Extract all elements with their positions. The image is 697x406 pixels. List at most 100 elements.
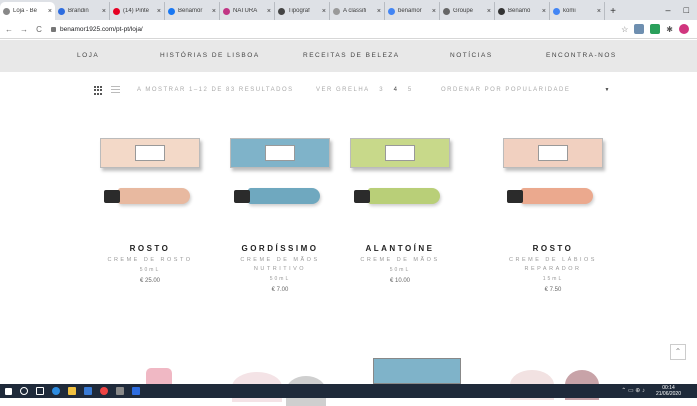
nav-receitas[interactable]: RECEITAS DE BELEZA	[303, 52, 400, 59]
browser-tab[interactable]: A classifi ×	[330, 2, 385, 20]
list-view-icon[interactable]	[111, 86, 120, 95]
product-tube	[521, 188, 593, 204]
lock-icon	[51, 26, 56, 32]
product-cap	[104, 190, 120, 203]
window-controls: – □	[666, 0, 697, 20]
product-card[interactable]: GORDÍSSIMO CREME DE MÃOS NUTRITIVO 50mL € 7…	[220, 130, 340, 293]
product-card[interactable]: ROSTO CREME DE LÁBIOS REPARADOR 15mL € 7.50	[493, 130, 613, 293]
browser-tab[interactable]: Benamôr ×	[165, 2, 220, 20]
app-icon[interactable]	[112, 384, 128, 398]
view-option-5[interactable]: 5	[408, 87, 413, 93]
sort-select[interactable]: ORDENAR POR POPULARIDADE ▼	[441, 87, 611, 93]
product-image[interactable]	[373, 358, 461, 384]
browser-tab[interactable]: Groupe ×	[440, 2, 495, 20]
tab-close-icon[interactable]: ×	[212, 8, 216, 15]
nav-encontra-nos[interactable]: ENCONTRA-NOS	[546, 52, 617, 59]
product-price: € 7.00	[271, 287, 289, 293]
windows-start-icon[interactable]	[0, 384, 16, 398]
tab-close-icon[interactable]: ×	[48, 8, 52, 15]
site-navigation: LOJA HISTÓRIAS DE LISBOA RECEITAS DE BEL…	[0, 40, 697, 72]
store-icon[interactable]	[80, 384, 96, 398]
browser-tab[interactable]: (14) Pinte ×	[110, 2, 165, 20]
product-name[interactable]: GORDÍSSIMO	[220, 244, 340, 253]
view-option-3[interactable]: 3	[379, 87, 384, 93]
product-name[interactable]: ROSTO	[90, 244, 210, 253]
product-box	[230, 138, 330, 168]
tab-label: NATURA	[233, 8, 258, 14]
tab-favicon-icon	[113, 7, 120, 15]
extension-icon[interactable]	[650, 24, 661, 34]
url-field[interactable]: benamor1925.com/pt-pt/loja/	[51, 26, 143, 33]
explorer-icon[interactable]	[64, 384, 80, 398]
scroll-top-button[interactable]: ⌃	[670, 344, 686, 360]
view-label: VER GRELHA	[316, 87, 370, 93]
product-image[interactable]	[90, 130, 210, 240]
nav-historias[interactable]: HISTÓRIAS DE LISBOA	[160, 52, 260, 59]
product-cap	[507, 190, 523, 203]
back-icon[interactable]: ←	[3, 25, 15, 34]
product-tube	[118, 188, 190, 204]
product-volume: 50mL	[389, 267, 411, 273]
product-description: CREME DE MÃOS	[360, 257, 440, 263]
product-description: CREME DE LÁBIOS REPARADOR	[509, 257, 597, 272]
browser-tab[interactable]: komi ×	[550, 2, 605, 20]
tab-favicon-icon	[168, 7, 175, 15]
tab-close-icon[interactable]: ×	[487, 8, 491, 15]
product-tube	[248, 188, 320, 204]
tab-label: Loja - Be	[13, 8, 38, 14]
product-name[interactable]: ROSTO	[493, 244, 613, 253]
profile-avatar[interactable]	[679, 24, 689, 34]
browser-tab[interactable]: Tipograf ×	[275, 2, 330, 20]
edge-icon[interactable]	[48, 384, 64, 398]
app-icon[interactable]	[128, 384, 144, 398]
tab-label: komi	[563, 8, 576, 14]
product-description: CREME DE MÃOS NUTRITIVO	[240, 257, 320, 272]
product-card[interactable]: ROSTO CREME DE ROSTO 50mL € 25.00	[90, 130, 210, 284]
tab-close-icon[interactable]: ×	[432, 8, 436, 15]
browser-tab[interactable]: benamor ×	[385, 2, 440, 20]
tab-close-icon[interactable]: ×	[157, 8, 161, 15]
view-option-4[interactable]: 4	[394, 87, 399, 93]
puzzle-icon[interactable]: ✱	[666, 25, 673, 34]
system-clock[interactable]: 00:14 21/06/2020	[656, 385, 681, 397]
star-icon[interactable]: ☆	[621, 25, 628, 34]
nav-noticias[interactable]: NOTÍCIAS	[450, 52, 493, 59]
browser-tab[interactable]: Loja - Be ×	[0, 2, 55, 20]
tab-close-icon[interactable]: ×	[102, 8, 106, 15]
product-image[interactable]	[493, 130, 613, 240]
sort-label: ORDENAR POR POPULARIDADE	[441, 87, 571, 93]
search-icon[interactable]	[16, 384, 32, 398]
product-volume: 50mL	[139, 267, 161, 273]
grid-view-icon[interactable]	[94, 86, 103, 95]
product-name[interactable]: ALANTOÍNE	[340, 244, 460, 253]
product-image[interactable]	[340, 130, 460, 240]
chevron-down-icon: ▼	[604, 87, 611, 93]
view-grid-selector: VER GRELHA 3 4 5	[316, 87, 413, 93]
task-view-icon[interactable]	[32, 384, 48, 398]
tab-close-icon[interactable]: ×	[597, 8, 601, 15]
maximize-button[interactable]: □	[684, 5, 689, 15]
browser-tab[interactable]: NATURA ×	[220, 2, 275, 20]
tab-label: Brandin	[68, 8, 89, 14]
os-taskbar: ⌃ ▭ ⊕ ♪ 00:14 21/06/2020	[0, 384, 697, 398]
system-tray[interactable]: ⌃ ▭ ⊕ ♪	[621, 387, 645, 394]
browser-tab[interactable]: Brandin ×	[55, 2, 110, 20]
minimize-button[interactable]: –	[666, 5, 671, 15]
extension-icon[interactable]	[634, 24, 645, 34]
tab-favicon-icon	[333, 7, 340, 15]
product-box	[100, 138, 200, 168]
tab-favicon-icon	[388, 7, 395, 15]
nav-loja[interactable]: LOJA	[77, 52, 99, 59]
new-tab-button[interactable]: +	[605, 2, 621, 20]
reload-icon[interactable]: C	[33, 25, 45, 34]
product-description: CREME DE ROSTO	[107, 257, 193, 263]
product-card[interactable]: ALANTOÍNE CREME DE MÃOS 50mL € 10.00	[340, 130, 460, 284]
tab-close-icon[interactable]: ×	[322, 8, 326, 15]
tab-close-icon[interactable]: ×	[267, 8, 271, 15]
tab-close-icon[interactable]: ×	[542, 8, 546, 15]
chrome-icon[interactable]	[96, 384, 112, 398]
product-image[interactable]	[220, 130, 340, 240]
browser-tab[interactable]: Benamô ×	[495, 2, 550, 20]
forward-icon[interactable]: →	[18, 25, 30, 34]
tab-close-icon[interactable]: ×	[377, 8, 381, 15]
